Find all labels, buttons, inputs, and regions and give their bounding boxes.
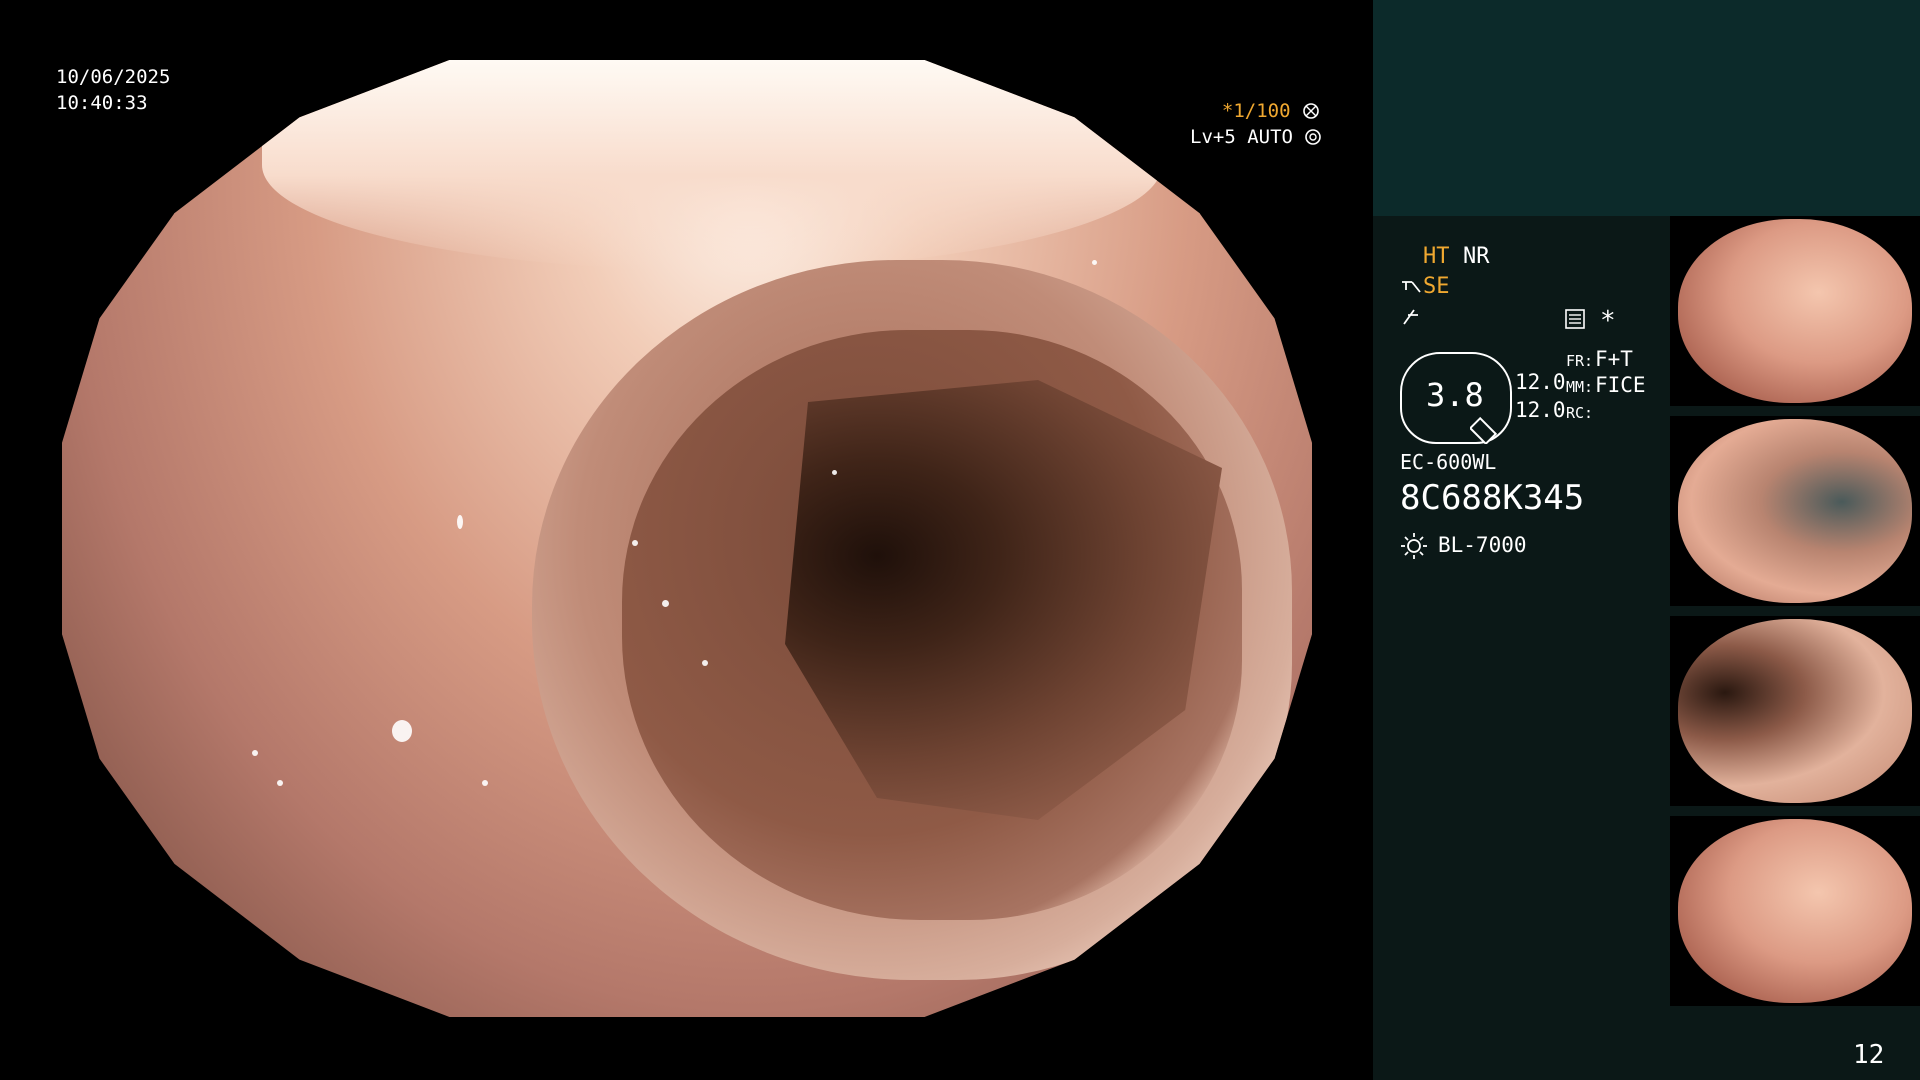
value-1: 12.0 bbox=[1515, 370, 1566, 394]
scope-serial: 8C688K345 bbox=[1400, 478, 1585, 518]
glare-spot bbox=[662, 600, 669, 607]
endoscopic-image bbox=[62, 60, 1312, 1017]
ht-indicator: HT bbox=[1423, 244, 1450, 269]
glare-spot bbox=[632, 540, 638, 546]
se-indicator: SE bbox=[1423, 274, 1450, 299]
thumbnail-image bbox=[1678, 419, 1912, 603]
light-level: Lv+5 bbox=[1190, 126, 1236, 148]
captured-thumbnail[interactable] bbox=[1670, 216, 1920, 406]
fr-value: F+T bbox=[1595, 347, 1633, 371]
memory-icon bbox=[1565, 309, 1585, 329]
shutter-prefix: * bbox=[1221, 100, 1234, 122]
mm-label: MM: bbox=[1566, 378, 1594, 396]
fr-label: FR: bbox=[1566, 352, 1594, 370]
page-number: 12 bbox=[1853, 1040, 1885, 1070]
exposure-display: *1/100 Lv+5 AUTO bbox=[1190, 98, 1322, 150]
iris-icon bbox=[1305, 129, 1322, 145]
shutter-speed: 1/100 bbox=[1233, 100, 1291, 122]
star-indicator: * bbox=[1600, 306, 1616, 336]
date-time-display: 10/06/2025 10:40:33 bbox=[56, 64, 170, 116]
magnification-value: 3.8 bbox=[1426, 376, 1484, 414]
endoscope-viewport: 10/06/2025 10:40:33 *1/100 Lv+5 AUTO bbox=[0, 0, 1373, 1080]
light-source-model: BL-7000 bbox=[1438, 533, 1527, 557]
glare-spot bbox=[482, 780, 488, 786]
nr-indicator: NR bbox=[1463, 244, 1490, 269]
value-2: 12.0 bbox=[1515, 398, 1566, 422]
glare-spot bbox=[1092, 260, 1097, 265]
glare-spot bbox=[702, 660, 708, 666]
thumbnail-image bbox=[1678, 819, 1912, 1003]
light-icon bbox=[1401, 533, 1427, 559]
rc-label: RC: bbox=[1566, 404, 1594, 422]
captured-thumbnail[interactable] bbox=[1670, 416, 1920, 606]
glare-spot bbox=[252, 750, 258, 756]
glare-spot bbox=[832, 470, 837, 475]
shutter-icon bbox=[1303, 103, 1319, 119]
mm-value: FICE bbox=[1595, 373, 1646, 397]
thumbnail-image bbox=[1678, 619, 1912, 803]
date-label: 10/06/2025 bbox=[56, 66, 171, 88]
mucosa-highlight bbox=[262, 60, 1162, 270]
glare-spot bbox=[457, 515, 463, 529]
time-label: 10:40:33 bbox=[56, 92, 148, 114]
captured-thumbnail[interactable] bbox=[1670, 816, 1920, 1006]
freeze-icon bbox=[1403, 309, 1418, 325]
iris-mode: AUTO bbox=[1247, 126, 1293, 148]
se-icon bbox=[1402, 281, 1421, 293]
thumbnail-strip bbox=[1670, 216, 1920, 1016]
glare-spot bbox=[392, 720, 412, 742]
captured-thumbnail[interactable] bbox=[1670, 616, 1920, 806]
zoom-handle-icon bbox=[1470, 416, 1498, 444]
thumbnail-image bbox=[1678, 219, 1912, 403]
info-panel-header bbox=[1373, 0, 1920, 216]
scope-model: EC-600WL bbox=[1400, 450, 1497, 474]
glare-spot bbox=[277, 780, 283, 786]
